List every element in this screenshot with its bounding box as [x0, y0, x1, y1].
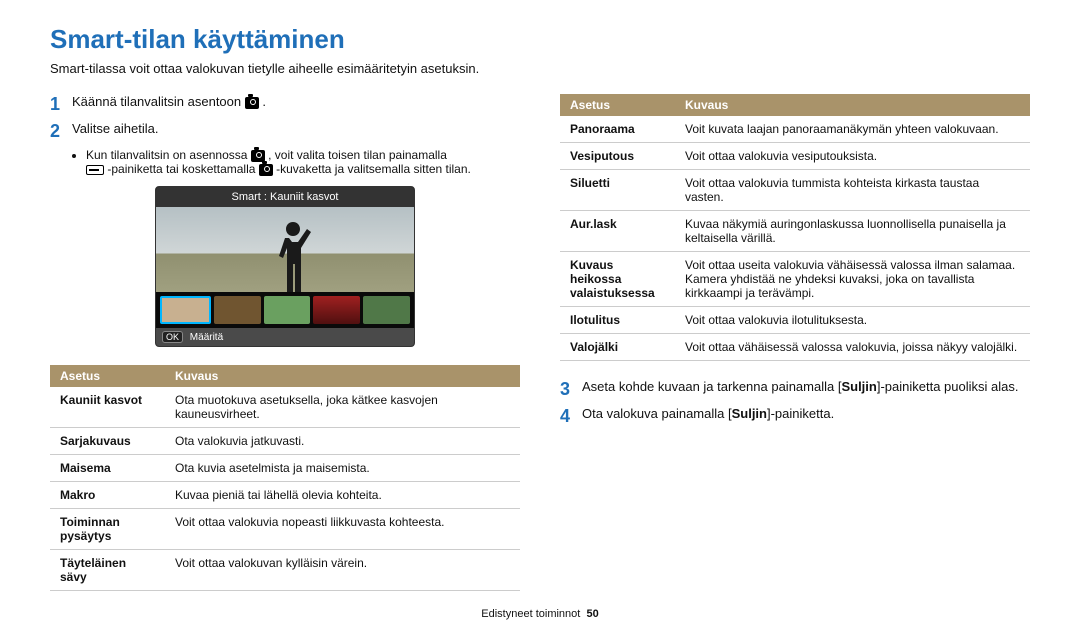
cell-setting: Ilotulitus — [560, 307, 675, 334]
table-row: ValojälkiVoit ottaa vähäisessä valossa v… — [560, 334, 1030, 361]
step-3-c: ]-painiketta puoliksi alas. — [877, 379, 1019, 394]
thumb — [214, 296, 261, 324]
step-1-text-b: . — [262, 94, 266, 109]
step-3-b: Suljin — [841, 379, 876, 394]
thumb — [264, 296, 311, 324]
cell-setting: Täyteläinen sävy — [50, 550, 165, 591]
table-row: IlotulitusVoit ottaa valokuvia ilotulitu… — [560, 307, 1030, 334]
cell-desc: Ota kuvia asetelmista ja maisemista. — [165, 455, 520, 482]
left-column: 1 Käännä tilanvalitsin asentoon . 2 Vali… — [50, 94, 520, 591]
table-row: Kuvaus heikossa valaistuksessaVoit ottaa… — [560, 252, 1030, 307]
cell-setting: Aur.lask — [560, 211, 675, 252]
footer-section: Edistyneet toiminnot — [481, 608, 580, 620]
mode-icon — [259, 164, 273, 176]
ok-icon: OK — [162, 331, 183, 343]
bullet-text-b: , voit valita toisen tilan painamalla — [268, 148, 447, 162]
cell-desc: Voit ottaa valokuvia nopeasti liikkuvast… — [165, 509, 520, 550]
th-setting: Asetus — [50, 365, 165, 387]
step-number: 4 — [560, 406, 582, 427]
table-row: PanoraamaVoit kuvata laajan panoraamanäk… — [560, 116, 1030, 143]
right-column: Asetus Kuvaus PanoraamaVoit kuvata laaja… — [560, 94, 1030, 591]
preview-thumbnails — [156, 292, 414, 328]
content-columns: 1 Käännä tilanvalitsin asentoon . 2 Vali… — [50, 94, 1030, 591]
cell-desc: Voit ottaa vähäisessä valossa valokuvia,… — [675, 334, 1030, 361]
preview-footer: OK Määritä — [156, 328, 414, 346]
step-3-a: Aseta kohde kuvaan ja tarkenna painamall… — [582, 379, 841, 394]
step-4-a: Ota valokuva painamalla [ — [582, 406, 732, 421]
step-text: Käännä tilanvalitsin asentoon . — [72, 94, 266, 109]
preview-scene — [156, 207, 414, 292]
child-silhouette-icon — [271, 222, 315, 292]
step-1: 1 Käännä tilanvalitsin asentoon . — [50, 94, 520, 115]
table-row: SarjakuvausOta valokuvia jatkuvasti. — [50, 428, 520, 455]
step-number: 2 — [50, 121, 72, 142]
cell-desc: Kuvaa pieniä tai lähellä olevia kohteita… — [165, 482, 520, 509]
step-text: Ota valokuva painamalla [Suljin]-painike… — [582, 406, 834, 421]
preview-footer-text: Määritä — [190, 332, 223, 343]
step-number: 1 — [50, 94, 72, 115]
cell-setting: Panoraama — [560, 116, 675, 143]
th-desc: Kuvaus — [675, 94, 1030, 116]
features-table-left: Asetus Kuvaus Kauniit kasvotOta muotokuv… — [50, 365, 520, 591]
step-2: 2 Valitse aihetila. — [50, 121, 520, 142]
step-4-b: Suljin — [732, 406, 767, 421]
cell-desc: Voit ottaa valokuvia ilotulituksesta. — [675, 307, 1030, 334]
step-4-c: ]-painiketta. — [767, 406, 834, 421]
page-title: Smart-tilan käyttäminen — [50, 24, 1030, 55]
cell-desc: Ota valokuvia jatkuvasti. — [165, 428, 520, 455]
thumb — [313, 296, 360, 324]
cell-setting: Makro — [50, 482, 165, 509]
cell-setting: Siluetti — [560, 170, 675, 211]
preview-mode-label: Smart : Kauniit kasvot — [156, 187, 414, 207]
th-desc: Kuvaus — [165, 365, 520, 387]
cell-setting: Valojälki — [560, 334, 675, 361]
step-2-bullet: Kun tilanvalitsin on asennossa , voit va… — [50, 148, 520, 176]
cell-desc: Ota muotokuva asetuksella, joka kätkee k… — [165, 387, 520, 428]
cell-desc: Kuvaa näkymiä auringonlaskussa luonnolli… — [675, 211, 1030, 252]
cell-setting: Toiminnan pysäytys — [50, 509, 165, 550]
step-3: 3 Aseta kohde kuvaan ja tarkenna painama… — [560, 379, 1030, 400]
table-row: VesiputousVoit ottaa valokuvia vesiputou… — [560, 143, 1030, 170]
mode-dial-smart-icon — [245, 97, 259, 109]
table-row: Täyteläinen sävyVoit ottaa valokuvan kyl… — [50, 550, 520, 591]
cell-desc: Voit kuvata laajan panoraamanäkymän yhte… — [675, 116, 1030, 143]
cell-setting: Kauniit kasvot — [50, 387, 165, 428]
table-row: MakroKuvaa pieniä tai lähellä olevia koh… — [50, 482, 520, 509]
step-1-text-a: Käännä tilanvalitsin asentoon — [72, 94, 245, 109]
step-text: Aseta kohde kuvaan ja tarkenna painamall… — [582, 379, 1018, 394]
cell-desc: Voit ottaa valokuvan kylläisin värein. — [165, 550, 520, 591]
cell-desc: Voit ottaa valokuvia tummista kohteista … — [675, 170, 1030, 211]
lcd-preview: Smart : Kauniit kasvot OK Määritä — [155, 186, 415, 347]
table-row: Aur.laskKuvaa näkymiä auringonlaskussa l… — [560, 211, 1030, 252]
cell-setting: Kuvaus heikossa valaistuksessa — [560, 252, 675, 307]
step-4: 4 Ota valokuva painamalla [Suljin]-paini… — [560, 406, 1030, 427]
thumb — [363, 296, 410, 324]
th-setting: Asetus — [560, 94, 675, 116]
cell-desc: Voit ottaa useita valokuvia vähäisessä v… — [675, 252, 1030, 307]
bullet-text-d: -kuvaketta ja valitsemalla sitten tilan. — [276, 162, 471, 176]
table-row: Toiminnan pysäytysVoit ottaa valokuvia n… — [50, 509, 520, 550]
step-text: Valitse aihetila. — [72, 121, 158, 136]
footer-page-number: 50 — [586, 608, 598, 620]
features-table-right: Asetus Kuvaus PanoraamaVoit kuvata laaja… — [560, 94, 1030, 361]
cell-setting: Sarjakuvaus — [50, 428, 165, 455]
thumb-selected — [160, 296, 211, 324]
back-key-icon — [86, 165, 104, 175]
table-row: Kauniit kasvotOta muotokuva asetuksella,… — [50, 387, 520, 428]
cell-setting: Vesiputous — [560, 143, 675, 170]
cell-desc: Voit ottaa valokuvia vesiputouksista. — [675, 143, 1030, 170]
table-row: SiluettiVoit ottaa valokuvia tummista ko… — [560, 170, 1030, 211]
table-row: MaisemaOta kuvia asetelmista ja maisemis… — [50, 455, 520, 482]
cell-setting: Maisema — [50, 455, 165, 482]
bullet-text-a: Kun tilanvalitsin on asennossa — [86, 148, 251, 162]
step-number: 3 — [560, 379, 582, 400]
step-2-bullet-item: Kun tilanvalitsin on asennossa , voit va… — [86, 148, 520, 176]
bullet-text-c: -painiketta tai koskettamalla — [107, 162, 258, 176]
page-footer: Edistyneet toiminnot 50 — [0, 608, 1080, 620]
page-subtitle: Smart-tilassa voit ottaa valokuvan tiety… — [50, 61, 1030, 76]
